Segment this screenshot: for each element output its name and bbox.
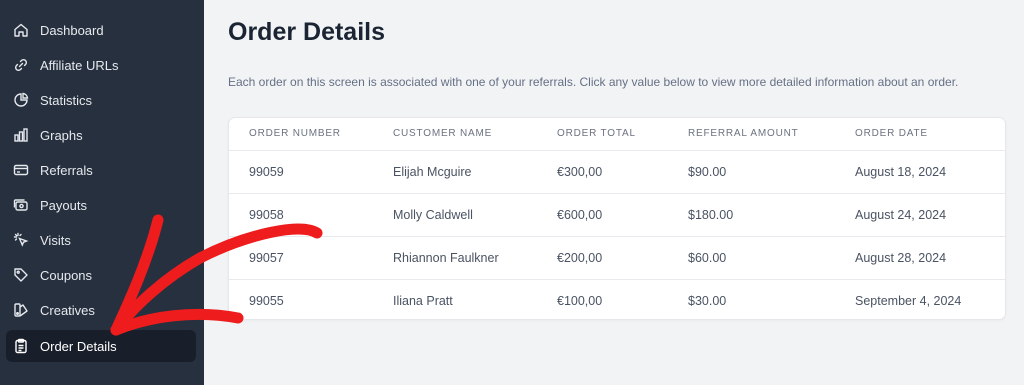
page-title: Order Details (228, 18, 386, 46)
order-number-cell[interactable]: 99055 (249, 294, 284, 308)
intro-text: Each order on this screen is associated … (228, 75, 959, 89)
table-row[interactable]: 99059 Elijah Mcguire €300,00 $90.00 Augu… (229, 151, 1005, 194)
sidebar-item-label: Referrals (40, 162, 93, 178)
creatives-icon (13, 302, 29, 318)
home-icon (13, 22, 29, 38)
column-header-customer-name: CUSTOMER NAME (393, 128, 493, 139)
sidebar-item-label: Creatives (40, 302, 95, 318)
sidebar-item-label: Payouts (40, 197, 87, 213)
order-date-cell[interactable]: August 28, 2024 (855, 251, 946, 265)
pie-chart-icon (13, 92, 29, 108)
column-header-order-total: ORDER TOTAL (557, 128, 636, 139)
column-header-referral-amount: REFERRAL AMOUNT (688, 128, 799, 139)
sidebar-item-label: Coupons (40, 267, 93, 283)
sidebar-item-label: Dashboard (40, 22, 104, 38)
referral-amount-cell[interactable]: $180.00 (688, 208, 733, 222)
orders-table: ORDER NUMBER CUSTOMER NAME ORDER TOTAL R… (228, 117, 1006, 320)
sidebar-item-label: Affiliate URLs (40, 57, 119, 73)
referral-amount-cell[interactable]: $90.00 (688, 165, 726, 179)
order-total-cell[interactable]: €600,00 (557, 208, 602, 222)
order-total-cell[interactable]: €100,00 (557, 294, 602, 308)
sidebar-item-label: Graphs (40, 127, 83, 143)
main-content: Order Details Each order on this screen … (204, 0, 1024, 385)
sidebar-item-label: Visits (40, 232, 71, 248)
sidebar-item-affiliate-urls[interactable]: Affiliate URLs (6, 49, 196, 81)
sidebar-item-dashboard[interactable]: Dashboard (6, 14, 196, 46)
sidebar-item-label: Statistics (40, 92, 93, 108)
cursor-click-icon (13, 232, 29, 248)
table-row[interactable]: 99055 Iliana Pratt €100,00 $30.00 Septem… (229, 280, 1005, 322)
sidebar-item-graphs[interactable]: Graphs (6, 119, 196, 151)
sidebar-item-payouts[interactable]: Payouts (6, 189, 196, 221)
sidebar-item-visits[interactable]: Visits (6, 224, 196, 256)
link-icon (13, 57, 29, 73)
customer-name-cell[interactable]: Rhiannon Faulkner (393, 251, 499, 265)
customer-name-cell[interactable]: Iliana Pratt (393, 294, 453, 308)
order-date-cell[interactable]: September 4, 2024 (855, 294, 961, 308)
bar-chart-icon (13, 127, 29, 143)
sidebar-item-order-details[interactable]: Order Details (6, 330, 196, 362)
customer-name-cell[interactable]: Molly Caldwell (393, 208, 473, 222)
clipboard-icon (13, 338, 29, 354)
sidebar-item-creatives[interactable]: Creatives (6, 294, 196, 326)
credit-card-icon (13, 162, 29, 178)
order-total-cell[interactable]: €300,00 (557, 165, 602, 179)
referral-amount-cell[interactable]: $30.00 (688, 294, 726, 308)
sidebar-item-coupons[interactable]: Coupons (6, 259, 196, 291)
referral-amount-cell[interactable]: $60.00 (688, 251, 726, 265)
sidebar: Dashboard Affiliate URLs Statistics Grap… (0, 0, 204, 385)
column-header-order-date: ORDER DATE (855, 128, 928, 139)
table-header: ORDER NUMBER CUSTOMER NAME ORDER TOTAL R… (229, 118, 1005, 151)
tag-icon (13, 267, 29, 283)
sidebar-item-label: Order Details (40, 338, 117, 354)
column-header-order-number: ORDER NUMBER (249, 128, 341, 139)
table-row[interactable]: 99057 Rhiannon Faulkner €200,00 $60.00 A… (229, 237, 1005, 280)
order-number-cell[interactable]: 99058 (249, 208, 284, 222)
customer-name-cell[interactable]: Elijah Mcguire (393, 165, 472, 179)
payout-icon (13, 197, 29, 213)
order-total-cell[interactable]: €200,00 (557, 251, 602, 265)
sidebar-item-statistics[interactable]: Statistics (6, 84, 196, 116)
order-date-cell[interactable]: August 18, 2024 (855, 165, 946, 179)
order-date-cell[interactable]: August 24, 2024 (855, 208, 946, 222)
order-number-cell[interactable]: 99057 (249, 251, 284, 265)
table-row[interactable]: 99058 Molly Caldwell €600,00 $180.00 Aug… (229, 194, 1005, 237)
sidebar-item-referrals[interactable]: Referrals (6, 154, 196, 186)
order-number-cell[interactable]: 99059 (249, 165, 284, 179)
